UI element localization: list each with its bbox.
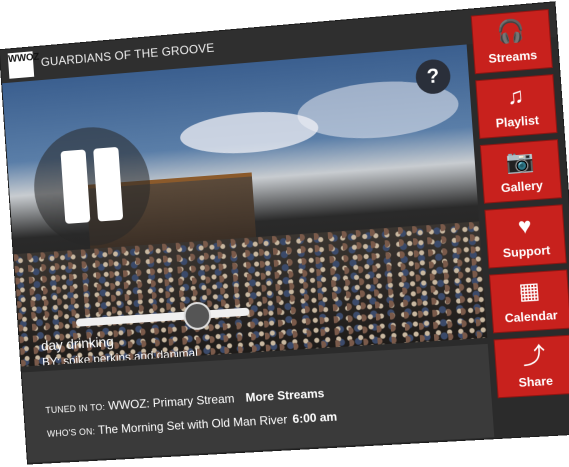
pause-icon — [93, 146, 124, 222]
share-icon: ⤴ — [521, 342, 547, 370]
show-name: The Morning Set with Old Man River — [97, 412, 288, 437]
sidebar-item-label: Share — [518, 373, 554, 390]
whos-on-label: WHO'S ON: — [46, 426, 96, 439]
whos-on-line: WHO'S ON: The Morning Set with Old Man R… — [47, 410, 338, 440]
share-button[interactable]: ⤴ Share — [493, 334, 569, 399]
gallery-button[interactable]: 📷 Gallery — [479, 139, 563, 204]
tuned-in-label: TUNED IN TO: — [45, 402, 106, 416]
support-button[interactable]: ♥ Support — [484, 204, 567, 269]
headphones-icon: 🎧 — [495, 17, 526, 45]
sidebar-item-label: Streams — [487, 47, 538, 66]
calendar-button[interactable]: ▦ Calendar — [488, 269, 569, 334]
show-time: 6:00 am — [292, 409, 338, 427]
app-screenshot: WWOZ GUARDIANS OF THE GROOVE ? day drink… — [0, 0, 569, 467]
wwoz-logo: WWOZ — [7, 51, 40, 79]
app-title: GUARDIANS OF THE GROOVE — [40, 40, 215, 70]
calendar-icon: ▦ — [517, 277, 541, 305]
sidebar-item-label: Support — [502, 242, 551, 261]
sidebar-item-label: Gallery — [500, 178, 544, 196]
pause-icon — [60, 149, 91, 224]
app-window: WWOZ GUARDIANS OF THE GROOVE ? day drink… — [0, 2, 569, 464]
sidebar-item-label: Calendar — [504, 307, 559, 326]
stream-video-area: ? day drinking BY: spike perkins and dan… — [2, 44, 488, 367]
more-streams-link[interactable]: More Streams — [245, 386, 325, 405]
sidebar-item-label: Playlist — [495, 113, 540, 131]
playlist-button[interactable]: ♫ Playlist — [475, 74, 558, 139]
music-list-icon: ♫ — [506, 82, 525, 110]
heart-oz-icon: ♥ — [517, 212, 533, 239]
stream-name: WWOZ: Primary Stream — [107, 391, 235, 413]
camera-icon: 📷 — [505, 147, 536, 175]
streams-button[interactable]: 🎧 Streams — [470, 8, 553, 75]
